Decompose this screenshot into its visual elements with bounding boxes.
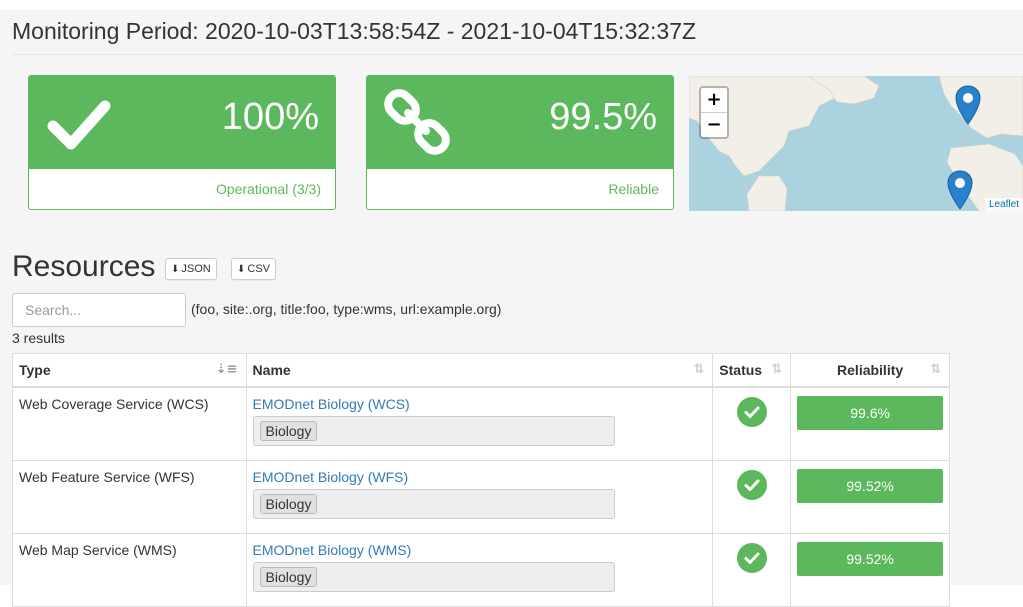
download-csv-button[interactable]: ⬇ CSV — [231, 258, 277, 280]
status-cell — [712, 460, 792, 534]
resource-link[interactable]: EMODnet Biology (WMS) — [253, 542, 412, 558]
operational-percentage: 100% — [221, 96, 319, 138]
zoom-in-button[interactable]: + — [701, 88, 727, 113]
tag-badge[interactable]: Biology — [259, 421, 318, 441]
download-csv-label: CSV — [247, 263, 271, 275]
results-count: 3 results — [12, 330, 65, 346]
monitoring-period-title: Monitoring Period: 2020-10-03T13:58:54Z … — [12, 18, 696, 45]
reliability-panel-heading: 99.5% — [367, 76, 673, 169]
operational-panel: 100% Operational (3/3) — [28, 75, 336, 210]
status-ok-icon — [736, 397, 767, 427]
reliability-bar: 99.6% — [797, 396, 943, 430]
download-icon: ⬇ — [171, 264, 180, 275]
column-reliability-label: Reliability — [837, 362, 904, 378]
status-cell — [712, 533, 792, 607]
map-marker-icon[interactable] — [946, 169, 974, 211]
search-hint: (foo, site:.org, title:foo, type:wms, ur… — [191, 301, 502, 317]
column-status-label: Status — [719, 362, 763, 378]
column-header-reliability[interactable]: Reliability ⇅ — [790, 353, 950, 388]
resource-link[interactable]: EMODnet Biology (WFS) — [253, 469, 409, 485]
table-header-row: Type ⇣≡ Name ⇅ Status ⇅ Reliability ⇅ — [12, 353, 950, 388]
reliability-caption: Reliable — [608, 181, 659, 197]
reliability-panel: 99.5% Reliable — [366, 75, 674, 210]
type-cell: Web Map Service (WMS) — [12, 533, 247, 607]
column-name-label: Name — [252, 362, 291, 378]
download-json-label: JSON — [181, 263, 211, 275]
download-json-button[interactable]: ⬇ JSON — [165, 258, 217, 280]
map-marker-icon[interactable] — [954, 84, 982, 128]
resource-link[interactable]: EMODnet Biology (WCS) — [253, 396, 410, 412]
status-cell — [712, 386, 792, 461]
resources-heading: Resources — [12, 250, 156, 283]
sort-icon: ⇅ — [771, 362, 783, 377]
column-header-status[interactable]: Status ⇅ — [712, 353, 792, 388]
resources-table: Type ⇣≡ Name ⇅ Status ⇅ Reliability ⇅ Web Co… — [12, 353, 950, 607]
monitoring-period-label: Monitoring Period: — [12, 18, 199, 44]
name-cell: EMODnet Biology (WMS) Biology — [245, 533, 714, 607]
name-cell: EMODnet Biology (WFS) Biology — [245, 460, 714, 534]
resource-map[interactable]: + − Leaflet — [689, 76, 1023, 211]
reliability-cell: 99.6% — [790, 386, 950, 461]
sort-icon: ⇅ — [693, 362, 705, 377]
divider — [12, 54, 1023, 55]
reliability-bar: 99.52% — [797, 469, 943, 503]
type-cell: Web Coverage Service (WCS) — [12, 386, 247, 461]
column-header-name[interactable]: Name ⇅ — [245, 353, 714, 388]
search-input[interactable] — [12, 293, 186, 327]
reliability-bar: 99.52% — [797, 542, 943, 576]
reliability-cell: 99.52% — [790, 460, 950, 534]
status-ok-icon — [736, 543, 767, 573]
download-icon: ⬇ — [237, 264, 246, 275]
monitoring-period-range: 2020-10-03T13:58:54Z - 2021-10-04T15:32:… — [205, 18, 697, 44]
status-ok-icon — [736, 470, 767, 500]
column-header-type[interactable]: Type ⇣≡ — [12, 353, 247, 388]
reliability-percentage: 99.5% — [549, 96, 657, 138]
sort-desc-icon: ⇣≡ — [215, 362, 238, 377]
map-attribution-link[interactable]: Leaflet — [984, 198, 1023, 211]
tag-list: Biology — [252, 416, 615, 446]
check-icon — [47, 92, 111, 161]
table-row: Web Map Service (WMS) EMODnet Biology (W… — [12, 533, 950, 607]
type-cell: Web Feature Service (WFS) — [12, 460, 247, 534]
table-row: Web Feature Service (WFS) EMODnet Biolog… — [12, 460, 950, 534]
zoom-out-button[interactable]: − — [701, 113, 727, 137]
operational-caption: Operational (3/3) — [215, 181, 321, 197]
reliability-cell: 99.52% — [790, 533, 950, 607]
sort-icon: ⇅ — [930, 362, 941, 377]
tag-badge[interactable]: Biology — [259, 567, 318, 587]
tag-badge[interactable]: Biology — [259, 494, 318, 514]
table-row: Web Coverage Service (WCS) EMODnet Biolo… — [12, 386, 950, 461]
name-cell: EMODnet Biology (WCS) Biology — [245, 386, 714, 461]
link-icon — [381, 86, 453, 163]
tag-list: Biology — [252, 562, 615, 592]
column-type-label: Type — [19, 362, 51, 378]
zoom-control: + − — [699, 86, 729, 139]
operational-panel-heading: 100% — [29, 76, 335, 169]
tag-list: Biology — [252, 489, 615, 519]
